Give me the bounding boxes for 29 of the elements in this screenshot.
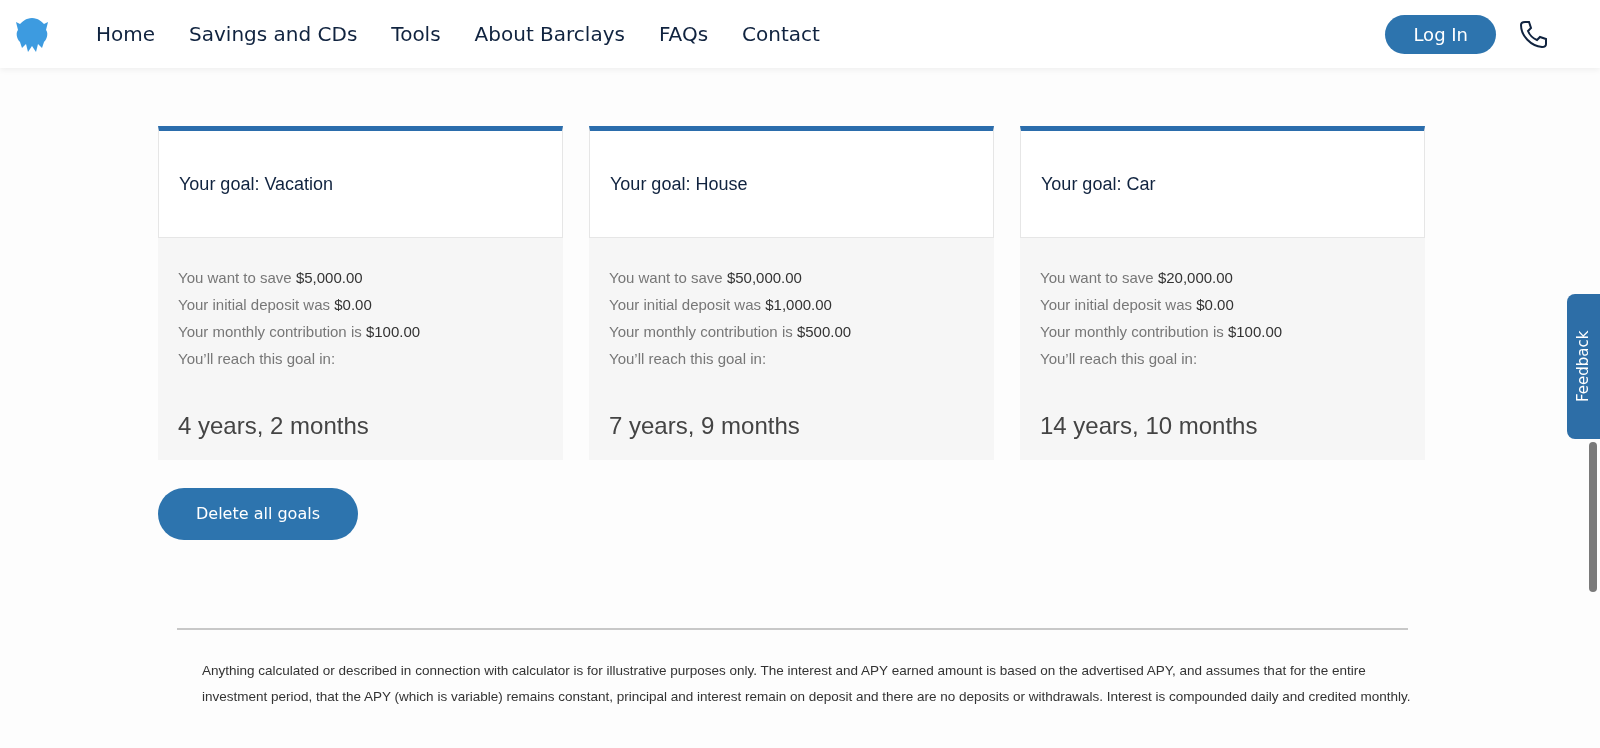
goal-detail-text: You want to save $5,000.00: [178, 268, 364, 288]
nav-link[interactable]: About Barclays: [474, 19, 625, 49]
login-button[interactable]: Log In: [1385, 14, 1496, 54]
goal-detail-text: Your initial deposit was $0.00: [1040, 295, 1235, 315]
goal-detail-text: You want to save $20,000.00: [1040, 268, 1234, 288]
goal-detail-text: You’ll reach this goal in:: [609, 349, 768, 369]
goal-detail-text: You want to save $50,000.00: [609, 268, 803, 288]
nav-link[interactable]: Savings and CDs: [189, 19, 358, 49]
phone-icon[interactable]: [1518, 19, 1548, 49]
disclaimer-text: Anything calculated or described in connection with calculator is for illustrative purposes only. The interest and APY earned amount is based on the advertised APY, and assumes that for the entire investment period, that the APY (which is variable) remains constant, principal and interest remain on deposit and there are no deposits or withdrawals. Interest is compounded daily and credited monthly.: [201, 662, 1412, 706]
delete-goals-button[interactable]: Delete all goals: [158, 488, 358, 540]
goal-title: Your goal: Vacation: [179, 172, 334, 196]
goal-detail-text: Your initial deposit was $1,000.00: [609, 295, 833, 315]
goal-duration: 4 years, 2 months: [178, 411, 370, 441]
goal-duration: 14 years, 10 months: [1040, 411, 1259, 441]
goal-detail-text: You’ll reach this goal in:: [178, 349, 337, 369]
goal-detail-text: Your monthly contribution is $100.00: [1040, 322, 1284, 342]
nav-link[interactable]: Tools: [391, 19, 441, 49]
goal-detail-text: Your monthly contribution is $100.00: [178, 322, 422, 342]
nav-link[interactable]: Home: [96, 19, 156, 49]
nav-link[interactable]: Contact: [742, 19, 820, 49]
nav-link[interactable]: FAQs: [658, 19, 709, 49]
feedback-tab[interactable]: Feedback: [1567, 294, 1600, 439]
goal-title: Your goal: Car: [1041, 172, 1156, 196]
goal-duration: 7 years, 9 months: [609, 411, 801, 441]
goal-detail-text: Your initial deposit was $0.00: [178, 295, 373, 315]
goal-detail-text: You’ll reach this goal in:: [1040, 349, 1199, 369]
goal-detail-text: Your monthly contribution is $500.00: [609, 322, 853, 342]
goal-title: Your goal: House: [610, 172, 748, 196]
